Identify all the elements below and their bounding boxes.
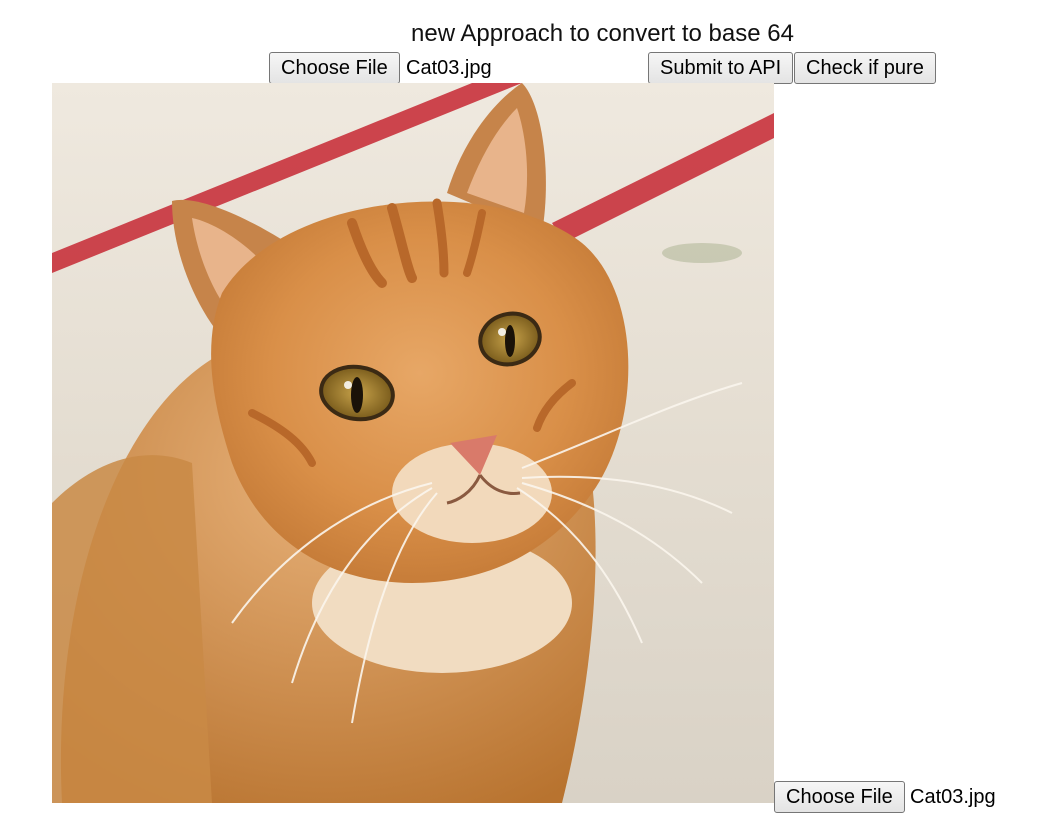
selected-file-name: Cat03.jpg: [406, 57, 492, 79]
check-if-pure-button[interactable]: Check if pure: [794, 52, 936, 84]
selected-file-name-secondary: Cat03.jpg: [910, 786, 996, 808]
page: new Approach to convert to base 64 Choos…: [0, 0, 1050, 833]
page-title: new Approach to convert to base 64: [411, 20, 794, 47]
submit-to-api-button[interactable]: Submit to API: [648, 52, 794, 84]
choose-file-button[interactable]: Choose File: [269, 52, 400, 84]
choose-file-button-secondary[interactable]: Choose File: [774, 781, 905, 813]
cat-image-preview: [52, 83, 774, 803]
